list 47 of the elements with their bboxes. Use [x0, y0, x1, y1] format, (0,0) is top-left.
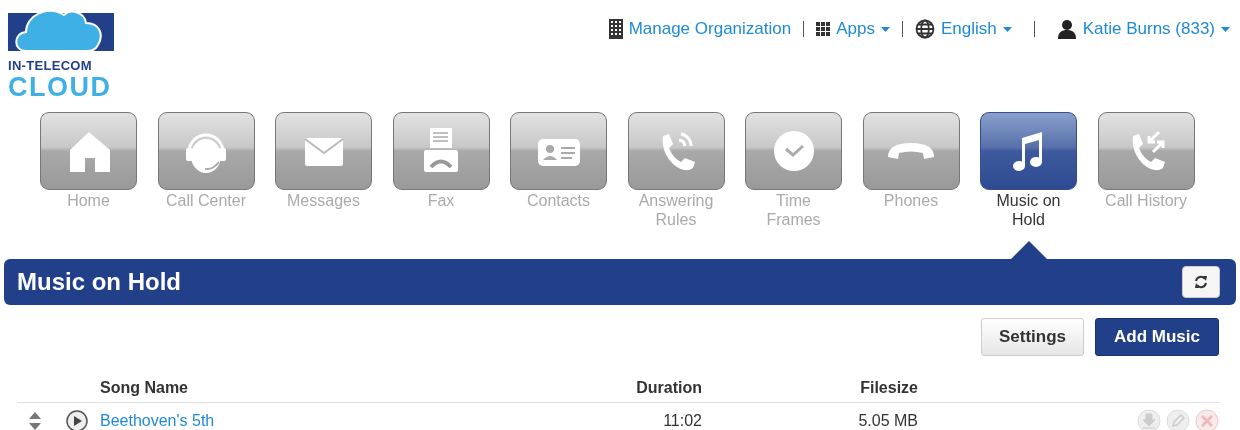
caret-icon — [1221, 26, 1230, 32]
reorder-icon[interactable] — [28, 411, 42, 430]
nav-tile[interactable] — [392, 112, 490, 190]
column-header: Song Name — [100, 379, 189, 397]
page-title: Music on Hold — [17, 268, 181, 296]
nav-tile[interactable] — [745, 112, 842, 190]
table-cell-text: 11:02 — [662, 412, 702, 430]
refresh-button[interactable] — [1182, 266, 1220, 298]
grid-icon — [816, 22, 831, 36]
nav-label: Call History — [1104, 191, 1188, 210]
nav-tile[interactable] — [1097, 112, 1195, 190]
top-link[interactable]: Manage Organization — [608, 19, 792, 39]
caret-icon — [1002, 26, 1012, 32]
nav-label: Fax — [426, 191, 456, 210]
globe-icon — [914, 19, 935, 39]
nav-label: Answering Rules — [637, 191, 715, 229]
nav-label: Messages — [286, 191, 361, 210]
primary-button[interactable]: Add Music — [1095, 318, 1219, 356]
nav-tile[interactable] — [275, 112, 372, 190]
refresh-icon — [1194, 275, 1208, 289]
nav-label: Phones — [882, 191, 940, 210]
nav-tile[interactable] — [627, 112, 725, 190]
top-link[interactable]: Apps — [816, 19, 890, 39]
play-icon[interactable] — [65, 410, 88, 430]
logo-text: CLOUD — [8, 73, 112, 101]
column-header: Filesize — [859, 379, 918, 397]
column-header: Duration — [635, 379, 702, 397]
nav-tile[interactable] — [40, 112, 137, 190]
nav-tile[interactable] — [510, 112, 607, 190]
phone-icon — [887, 142, 935, 160]
user-icon — [1056, 19, 1077, 39]
nav-label: Home — [66, 191, 111, 210]
top-link[interactable]: English — [914, 19, 1012, 39]
caret-icon — [880, 26, 890, 32]
nav-label: Call Center — [165, 191, 247, 210]
nav-tile[interactable] — [157, 112, 255, 190]
nav-label: Music on Hold — [995, 191, 1062, 229]
nav-tile[interactable] — [980, 112, 1077, 190]
song-link[interactable]: Beethoven's 5th — [100, 412, 580, 430]
nav-tile[interactable] — [862, 112, 960, 190]
secondary-button[interactable]: Settings — [981, 318, 1084, 356]
nav-label: Time Frames — [765, 191, 822, 229]
building-icon — [608, 19, 623, 39]
top-link[interactable]: Katie Burns (833) — [1056, 19, 1230, 39]
logo-text: IN-TELECOM — [8, 59, 92, 73]
nav-label: Contacts — [525, 191, 592, 210]
table-cell-text: 5.05 MB — [857, 412, 918, 430]
